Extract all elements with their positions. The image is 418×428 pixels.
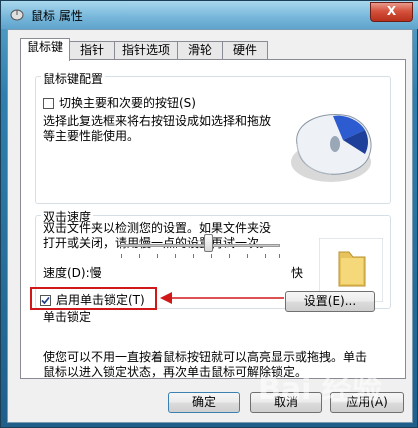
swap-description-line1: 选择此复选框来将右按钮设成如选择和拖放 — [43, 114, 272, 128]
speed-fast-label: 快 — [291, 266, 304, 280]
tab-mouse-buttons[interactable]: 鼠标键 — [20, 38, 70, 61]
slider-tick — [229, 254, 230, 258]
slider-tick — [157, 254, 158, 258]
slider-tick — [211, 254, 212, 258]
slider-tick — [279, 254, 280, 258]
slider-tick — [193, 254, 194, 258]
title-bar[interactable]: 鼠标 属性 X — [1, 1, 418, 29]
tab-panel: 鼠标键配置 切换主要和次要的按钮(S) 选择此复选框来将右按钮设成如选择和拖放 … — [20, 59, 406, 379]
tab-hardware[interactable]: 硬件 — [222, 41, 268, 60]
close-button[interactable]: X — [370, 2, 413, 22]
tab-pointer-options[interactable]: 指针选项 — [114, 41, 178, 60]
click-lock-settings-button[interactable]: 设置(E)... — [285, 291, 375, 312]
slider-tick — [247, 254, 248, 258]
swap-buttons-checkbox[interactable] — [43, 98, 54, 109]
slider-tick — [175, 254, 176, 258]
click-lock-desc-line1: 使您可以不用一直按着鼠标按钮就可以高亮显示或拖拽。单击 — [43, 350, 368, 364]
window-title: 鼠标 属性 — [31, 9, 83, 23]
slider-tick — [265, 254, 266, 258]
mouse-icon — [10, 9, 24, 21]
tab-pointers[interactable]: 指针 — [69, 41, 115, 60]
click-lock-legend: 单击锁定 — [41, 308, 94, 325]
slider-tick — [121, 254, 122, 258]
speed-slider-track[interactable] — [120, 244, 280, 247]
speed-slider-thumb[interactable] — [204, 234, 213, 252]
watermark: Bai 经验 — [258, 372, 382, 407]
double-click-desc-line1: 双击文件夹以检测您的设置。如果文件夹没 — [43, 221, 272, 235]
swap-description-line2: 等主要性能使用。 — [43, 129, 140, 143]
swap-buttons-label[interactable]: 切换主要和次要的按钮(S) — [59, 96, 196, 111]
speed-label: 速度(D):慢 — [43, 266, 102, 280]
arrow-left-icon — [160, 292, 284, 304]
mouse-illustration — [291, 113, 372, 182]
highlight-box — [30, 287, 157, 310]
slider-tick — [139, 254, 140, 258]
tab-wheel[interactable]: 滑轮 — [177, 41, 223, 60]
button-config-legend: 鼠标键配置 — [41, 70, 106, 87]
ok-button[interactable]: 确定 — [168, 392, 240, 413]
